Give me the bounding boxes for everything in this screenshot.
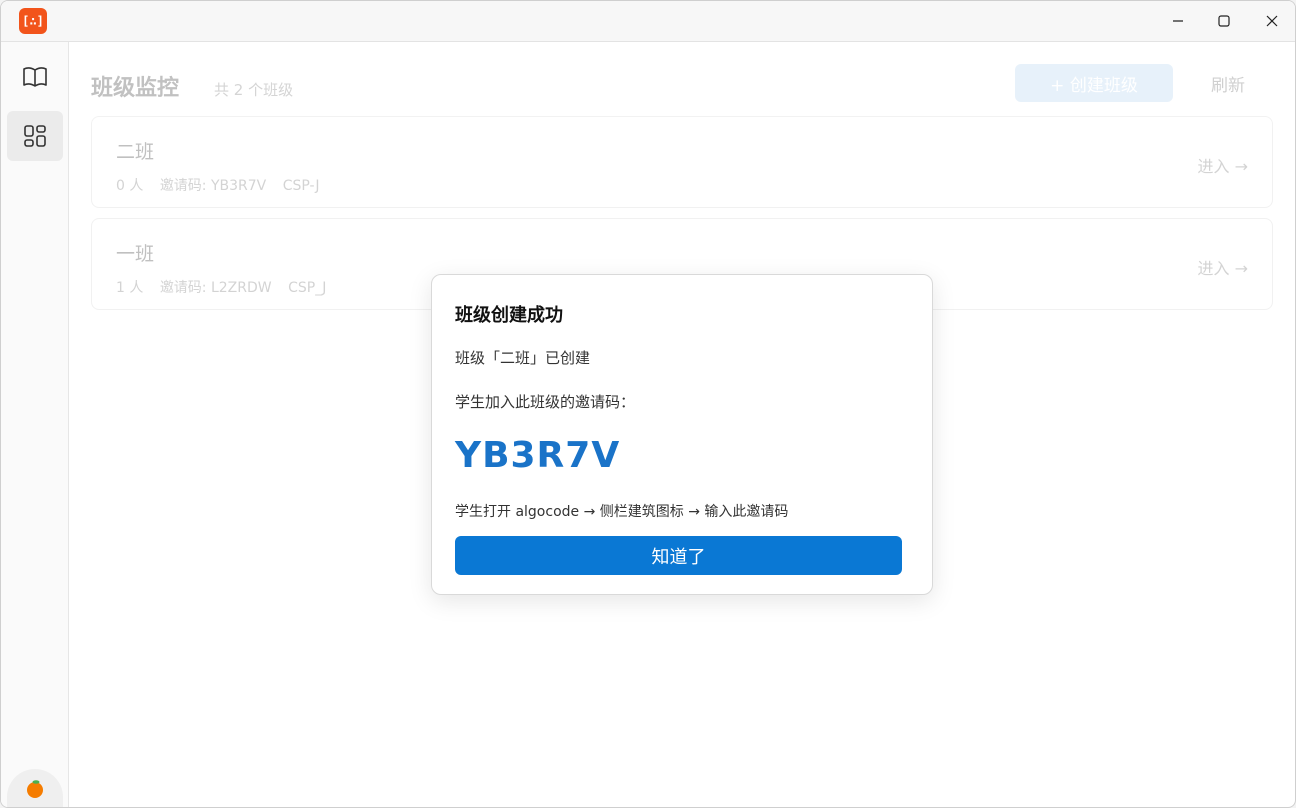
dialog-message: 班级「二班」已创建: [455, 349, 591, 367]
app-logo: [∴]: [19, 8, 47, 34]
user-avatar[interactable]: [7, 769, 63, 807]
sidebar: [1, 42, 69, 807]
class-name: 一班: [116, 243, 155, 265]
page-title: 班级监控: [91, 76, 180, 101]
class-members: 0 人: [116, 178, 144, 194]
refresh-button[interactable]: 刷新: [1193, 64, 1263, 102]
class-invite-code: 邀请码: YB3R7V: [159, 178, 267, 194]
invite-code-label: 学生加入此班级的邀请码：: [455, 393, 636, 411]
maximize-icon: [1218, 15, 1230, 27]
minimize-button[interactable]: [1155, 1, 1201, 41]
sidebar-item-grid[interactable]: [7, 111, 63, 161]
dialog-title: 班级创建成功: [455, 305, 563, 326]
create-class-button[interactable]: + 创建班级: [1015, 64, 1173, 102]
close-button[interactable]: [1249, 1, 1295, 41]
title-bar: [∴]: [1, 1, 1295, 42]
acknowledge-button[interactable]: 知道了: [455, 536, 902, 575]
class-name: 二班: [116, 141, 155, 163]
grid-icon: [24, 125, 46, 147]
enter-class-link[interactable]: 进入 →: [1198, 153, 1249, 177]
class-invite-code: 邀请码: L2ZRDW: [159, 280, 272, 296]
class-meta: 0 人 邀请码: YB3R7V CSP-J: [116, 175, 331, 195]
maximize-button[interactable]: [1201, 1, 1247, 41]
class-members: 1 人: [116, 280, 144, 296]
app-logo-text: [∴]: [22, 14, 44, 28]
class-count: 共 2 个班级: [214, 81, 294, 99]
join-hint: 学生打开 algocode → 侧栏建筑图标 → 输入此邀请码: [455, 504, 789, 520]
class-card[interactable]: 二班 0 人 邀请码: YB3R7V CSP-J 进入 →: [91, 116, 1273, 208]
class-tag: CSP_J: [288, 280, 327, 296]
class-created-dialog: 班级创建成功 班级「二班」已创建 学生加入此班级的邀请码： YB3R7V 学生打…: [431, 274, 933, 595]
class-meta: 1 人 邀请码: L2ZRDW CSP_J: [116, 277, 338, 297]
sidebar-item-book[interactable]: [7, 52, 63, 102]
enter-class-link[interactable]: 进入 →: [1198, 255, 1249, 279]
app-window: [∴] 班级监控 共 2 个班级 + 创建班级 刷新 二班 0 人 邀请码: Y…: [0, 0, 1296, 808]
class-tag: CSP-J: [282, 178, 320, 194]
book-icon: [23, 67, 47, 87]
orange-icon: [27, 780, 43, 798]
close-icon: [1266, 15, 1278, 27]
invite-code: YB3R7V: [455, 435, 621, 476]
minimize-icon: [1173, 20, 1183, 22]
